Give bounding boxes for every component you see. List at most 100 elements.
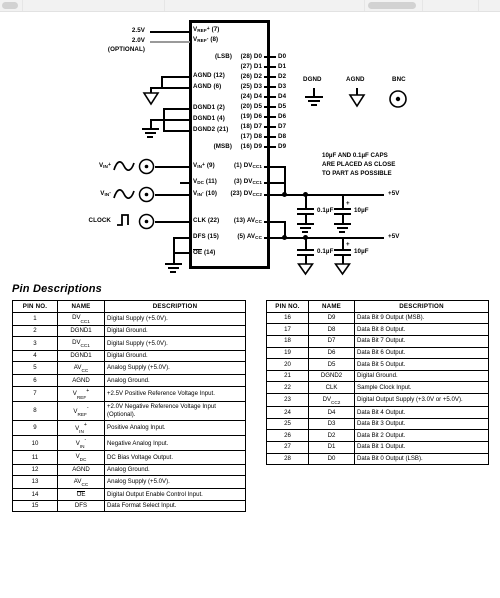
- chip-pin-dvcc1-3: (3) DVCC1: [222, 178, 262, 186]
- net-label-d1: D1: [278, 63, 287, 70]
- pin-name: AGND: [193, 83, 212, 90]
- cell-pin-description: Digital Ground.: [104, 349, 246, 363]
- cell-pin-number: 9: [12, 420, 58, 437]
- bnc-connector-icon: [389, 90, 407, 108]
- cap-d1-earth-bar-3: [302, 231, 308, 233]
- table-row: 28 D0 Data Bit 0 Output (LSB).: [266, 452, 489, 466]
- table-row: 10 VIN- Negative Analog Input.: [12, 435, 246, 452]
- strip-segment: [22, 0, 165, 11]
- chip-pin-clk: CLK (22): [193, 217, 219, 224]
- wire-d9: [264, 146, 276, 148]
- input-label-vin-plus: VIN+: [98, 162, 111, 170]
- net-label-d4: D4: [278, 93, 287, 100]
- pin-number: (4): [217, 115, 225, 122]
- wire-analog-rail: [284, 237, 384, 239]
- pin-name: D1: [253, 63, 262, 70]
- cell-pin-number: 21: [266, 369, 309, 383]
- cell-pin-number: 5: [12, 361, 58, 376]
- cell-pin-name: CLK: [308, 381, 355, 394]
- cell-pin-name: AGND: [57, 374, 105, 387]
- cell-pin-name: VREF+: [57, 385, 105, 402]
- column-header-name: NAME: [57, 300, 105, 313]
- cell-pin-description: Data Bit 3 Output.: [354, 417, 489, 431]
- pin-name: VIN+: [193, 162, 206, 170]
- legend-label-dgnd: DGND: [303, 76, 322, 83]
- cell-pin-name: D9: [308, 311, 355, 325]
- pin-number: (13): [233, 217, 246, 224]
- wire-agnd-6: [161, 87, 190, 89]
- wire-vref-plus: [150, 31, 190, 33]
- wire-dvcc1-1: [264, 166, 286, 168]
- cell-pin-number: 17: [266, 323, 309, 336]
- dgnd-legend-bar-1: [305, 96, 323, 98]
- pin-number: (23): [230, 190, 242, 197]
- pin-name: DGND1: [193, 115, 216, 122]
- name-subscript: DC: [79, 457, 87, 463]
- agnd-symbol-cap-a1: [297, 263, 314, 276]
- pin-name: DGND2: [193, 126, 216, 133]
- table-header-row: PIN NO. NAME DESCRIPTION: [266, 300, 489, 313]
- wire-dgnd1-4: [163, 119, 190, 121]
- sine-wave-icon-vin-minus: [113, 189, 135, 199]
- data-pin-row-3: (25) D3: [228, 83, 262, 90]
- net-label-d9: D9: [278, 143, 287, 150]
- chip-pin-avcc-5: (5) AVCC: [222, 233, 262, 240]
- cell-pin-description: +2.0V Negative Reference Voltage Input (…: [104, 400, 246, 422]
- cell-pin-name: DVCC2: [308, 393, 355, 408]
- cell-pin-number: 6: [12, 374, 58, 387]
- cell-pin-name: DFS: [57, 499, 105, 513]
- pin-number: (7): [211, 26, 220, 33]
- name-superscript: +: [83, 422, 87, 429]
- net-label-d5: D5: [278, 103, 287, 110]
- pin-name: DVCC1: [243, 178, 262, 186]
- cap-value-digital-01uf: 0.1µF: [317, 207, 334, 214]
- agnd-triangle-symbol: [142, 92, 160, 106]
- pin-name: D0: [253, 53, 262, 60]
- pin-name: DVCC1: [243, 162, 262, 170]
- cell-pin-name: D8: [308, 323, 355, 336]
- pin-name: OE: [193, 249, 203, 256]
- bnc-input-icon-vin-minus: [138, 186, 155, 203]
- cell-pin-number: 28: [266, 452, 309, 466]
- cap-lead-a2-top: [342, 237, 344, 249]
- dfs-oe-earth-bar-1: [165, 263, 182, 265]
- input-label-vin-minus: VIN-: [100, 190, 111, 198]
- strip-pill: [2, 2, 18, 9]
- name-superscript: -: [86, 405, 89, 412]
- cell-pin-name: AVCC: [57, 475, 105, 490]
- strip-segment: [422, 0, 479, 11]
- rail-label-digital-5v: +5V: [388, 190, 400, 197]
- decoupling-caps-note: 10µF AND 0.1µF CAPS ARE PLACED AS CLOSE …: [322, 152, 395, 179]
- column-header-description: DESCRIPTION: [104, 300, 246, 313]
- cell-pin-description: Digital Supply (+5.0V).: [104, 311, 246, 326]
- wire-agnd-12: [161, 76, 190, 78]
- cell-pin-description: Negative Analog Input.: [104, 435, 246, 452]
- wire-dfs: [173, 237, 190, 239]
- overline-marker: OE: [76, 490, 86, 498]
- cell-pin-name: VREF-: [57, 400, 105, 422]
- cell-pin-name: VIN-: [57, 435, 105, 452]
- cell-pin-description: Data Bit 5 Output.: [354, 358, 489, 371]
- pin-name: D4: [253, 93, 262, 100]
- chip-pin-vdc: VDC (11): [193, 178, 217, 185]
- cap-lead-d1-top: [305, 194, 307, 208]
- cell-pin-description: Data Bit 4 Output.: [354, 406, 489, 419]
- table-row: 4 DGND1 Digital Ground.: [12, 349, 246, 363]
- dfs-oe-earth-bar-3: [170, 271, 176, 273]
- table-row: 2 DGND1 Digital Ground.: [12, 324, 246, 338]
- cell-pin-name: DVCC1: [57, 336, 105, 351]
- cell-pin-number: 26: [266, 429, 309, 442]
- pin-number: (28): [240, 53, 253, 60]
- cell-pin-description: Digital Output Enable Control Input.: [104, 488, 246, 501]
- dgnd-legend-bar-2: [308, 100, 320, 102]
- note-line-3: TO PART AS POSSIBLE: [322, 169, 392, 177]
- dgnd-legend-bar-3: [311, 104, 317, 106]
- chip-pin-agnd-12: AGND (12): [193, 72, 225, 79]
- cap-value-analog-01uf: 0.1µF: [317, 248, 334, 255]
- wire-vdc-stub: [180, 182, 190, 184]
- cell-pin-description: Data Bit 2 Output.: [354, 429, 489, 442]
- dfs-oe-earth-bar-2: [168, 267, 179, 269]
- cell-pin-number: 10: [12, 435, 58, 452]
- chip-pin-dfs: DFS (15): [193, 233, 219, 240]
- table-row: 17 D8 Data Bit 8 Output.: [266, 323, 489, 336]
